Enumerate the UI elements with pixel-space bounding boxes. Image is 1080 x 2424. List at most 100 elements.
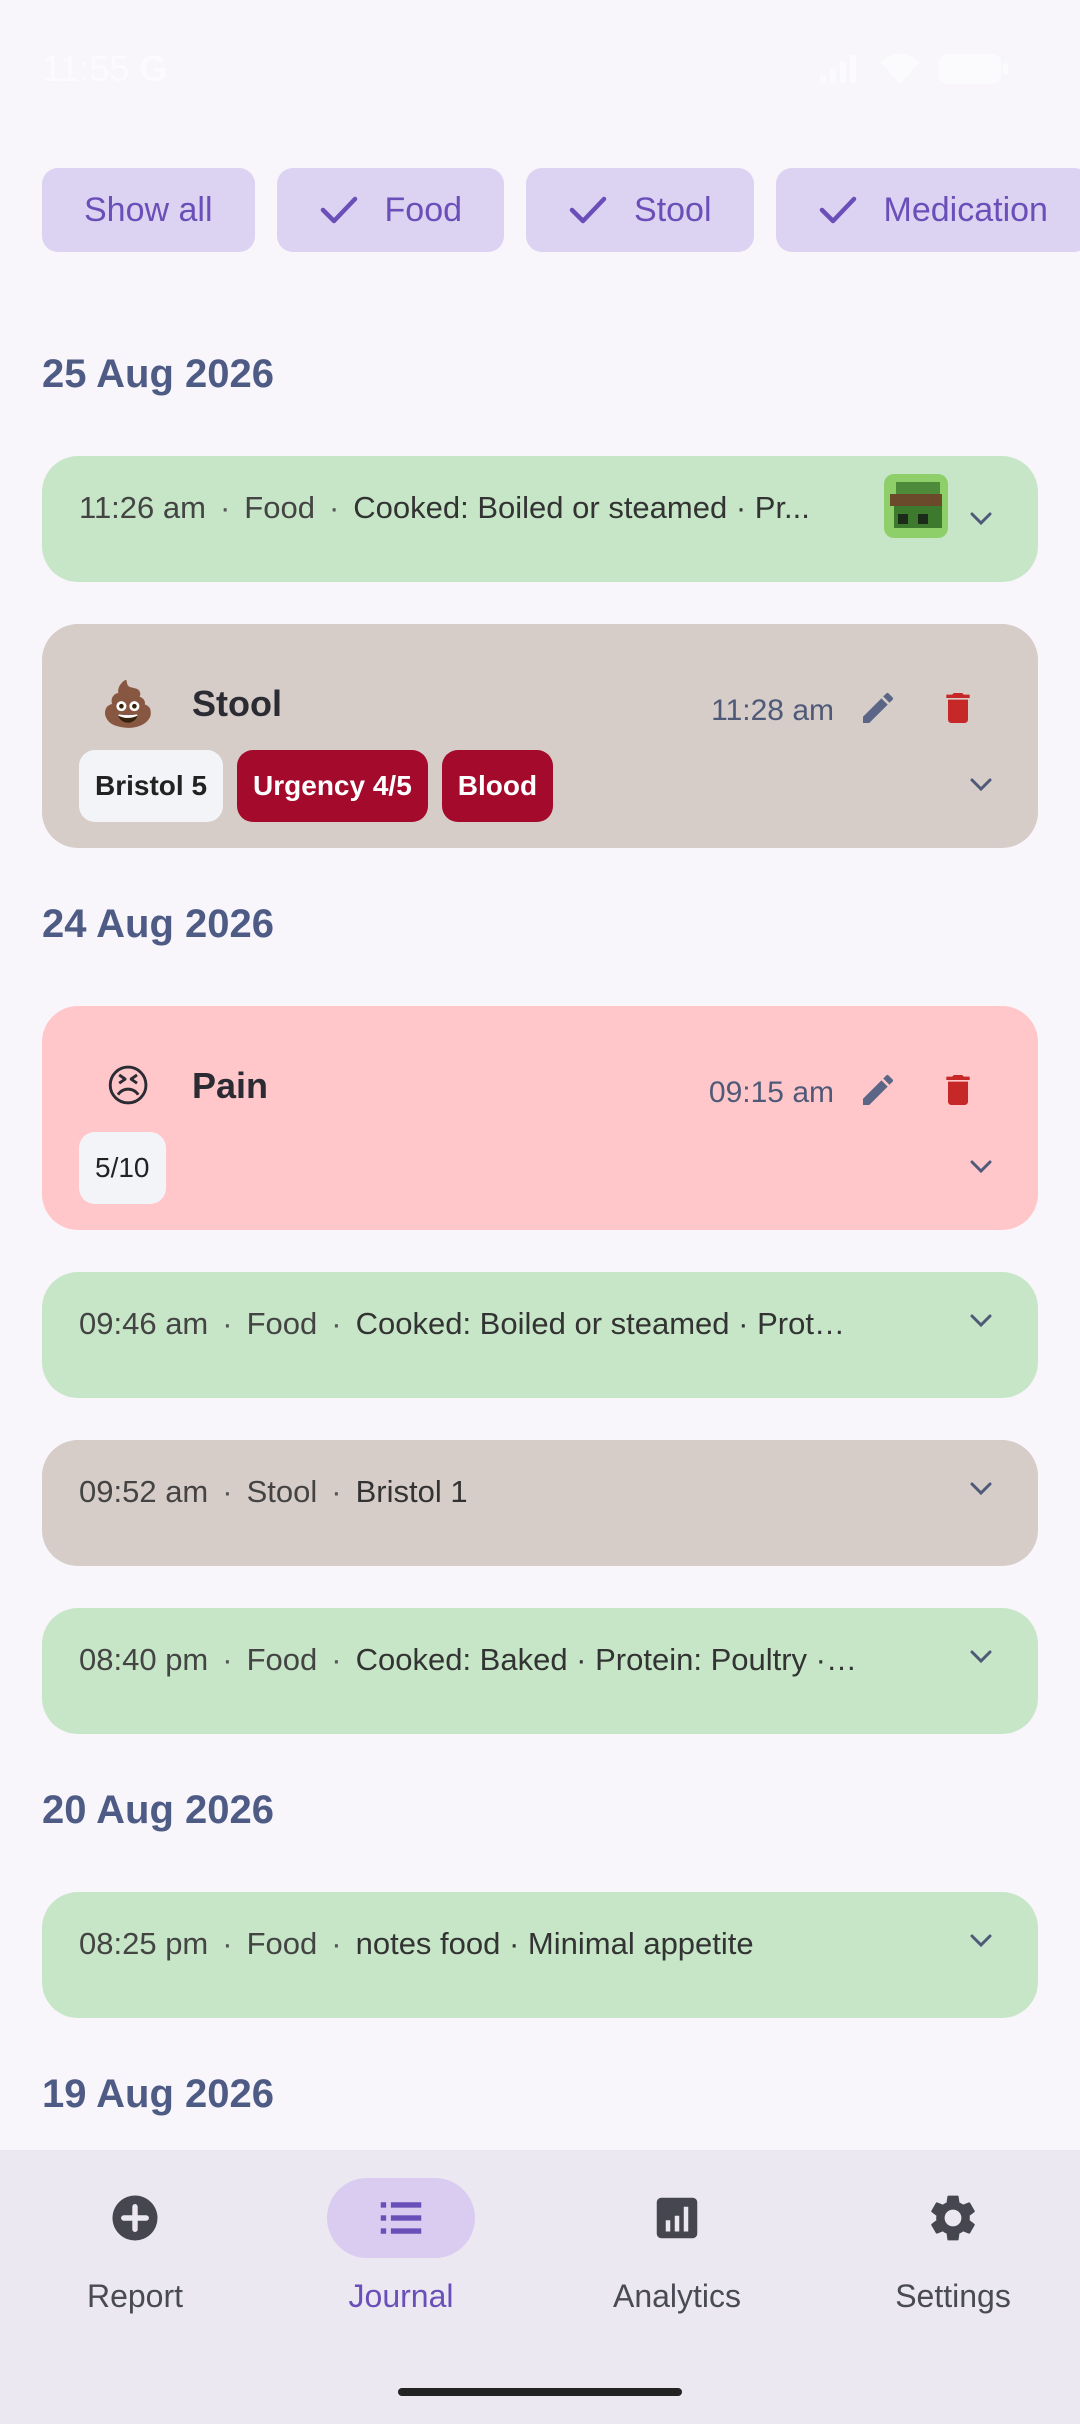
entry-details: notes food · Minimal appetite — [355, 1926, 754, 1961]
filter-chips: Show all Food Stool Medication — [42, 168, 1080, 252]
separator: · — [331, 1642, 342, 1677]
filter-show-all[interactable]: Show all — [42, 168, 255, 252]
nav-report[interactable]: Report — [0, 2178, 270, 2358]
entry-title: Stool — [192, 683, 282, 724]
food-entry-card[interactable]: 11:26 am · Food · Cooked: Boiled or steamed … — [42, 456, 1038, 582]
check-icon — [818, 195, 858, 225]
status-time: 11:55 G — [42, 48, 168, 89]
blood-badge: Blood — [441, 750, 554, 822]
date-header: 19 Aug 2026 — [42, 2072, 274, 2116]
expand-chevron-icon[interactable] — [966, 1642, 996, 1672]
battery-icon — [939, 54, 1008, 84]
expand-chevron-icon[interactable] — [966, 504, 996, 534]
date-header: 20 Aug 2026 — [42, 1788, 274, 1832]
nav-settings[interactable]: Settings — [818, 2178, 1080, 2358]
entry-badges: Bristol 5 Urgency 4/5 Blood — [79, 750, 554, 822]
entry-time: 09:46 am — [79, 1306, 209, 1341]
delete-button[interactable] — [938, 688, 978, 728]
pain-entry-card[interactable]: 😣 Pain 09:15 am 5/10 — [42, 1006, 1038, 1230]
separator: · — [331, 1474, 342, 1509]
entry-category: Food — [246, 1306, 318, 1341]
entry-time: 11:26 am — [79, 490, 206, 525]
filter-stool[interactable]: Stool — [526, 168, 754, 252]
urgency-badge: Urgency 4/5 — [237, 750, 428, 822]
entry-details: Bristol 1 — [355, 1474, 468, 1509]
edit-button[interactable] — [858, 688, 898, 728]
nav-icon-container — [327, 2178, 475, 2258]
list-icon — [380, 2202, 422, 2234]
separator: · — [328, 490, 340, 525]
bristol-badge: Bristol 5 — [79, 750, 224, 822]
food-photo-thumbnail[interactable] — [884, 474, 948, 538]
entry-summary: 09:46 am · Food · Cooked: Boiled or steamed … — [79, 1306, 859, 1342]
food-entry-card[interactable]: 08:25 pm · Food · notes food · Minimal appet… — [42, 1892, 1038, 2018]
entry-details: Cooked: Boiled or steamed · Pr... — [353, 490, 810, 525]
separator: · — [222, 1474, 233, 1509]
entry-category: Food — [246, 1926, 318, 1961]
status-icons — [818, 52, 1010, 86]
entry-summary: 11:26 am · Food · Cooked: Boiled or steamed … — [79, 490, 839, 526]
delete-button[interactable] — [938, 1070, 978, 1110]
edit-button[interactable] — [858, 1070, 898, 1110]
expand-chevron-icon[interactable] — [966, 1152, 996, 1182]
home-indicator[interactable] — [398, 2388, 682, 2396]
filter-label: Show all — [84, 190, 213, 229]
entry-badges: 5/10 — [79, 1132, 166, 1204]
pain-level-badge: 5/10 — [79, 1132, 166, 1204]
entry-details: Cooked: Boiled or steamed · Protein: ... — [355, 1306, 859, 1341]
check-icon — [319, 195, 359, 225]
nav-icon-container — [61, 2178, 209, 2258]
expand-chevron-icon[interactable] — [966, 1306, 996, 1336]
nav-label: Analytics — [612, 2278, 742, 2314]
entry-header: 💩 Stool — [96, 664, 282, 744]
entry-time: 08:25 pm — [79, 1926, 209, 1961]
check-icon — [568, 195, 608, 225]
poop-icon: 💩 — [100, 680, 156, 729]
analytics-icon — [656, 2197, 698, 2239]
expand-chevron-icon[interactable] — [966, 770, 996, 800]
nav-label: Report — [86, 2278, 184, 2314]
food-entry-card[interactable]: 08:40 pm · Food · Cooked: Baked · Protein: P… — [42, 1608, 1038, 1734]
signal-icon — [820, 55, 856, 83]
filter-label: Food — [384, 190, 463, 229]
entry-category: Food — [246, 1642, 318, 1677]
pencil-icon — [863, 1074, 894, 1105]
entry-time: 09:15 am — [708, 1076, 834, 1109]
entry-summary: 09:52 am · Stool · Bristol 1 — [79, 1474, 859, 1510]
entry-details: Cooked: Baked · Protein: Poultry · Co... — [355, 1642, 859, 1677]
gear-icon — [931, 2195, 975, 2241]
status-bar: 11:55 G — [0, 0, 1080, 140]
filter-medication[interactable]: Medication — [775, 168, 1080, 252]
entry-category: Stool — [246, 1474, 318, 1509]
food-entry-card[interactable]: 09:46 am · Food · Cooked: Boiled or steamed … — [42, 1272, 1038, 1398]
entry-summary: 08:40 pm · Food · Cooked: Baked · Protein: P… — [79, 1642, 859, 1678]
date-header: 25 Aug 2026 — [42, 352, 274, 396]
filter-label: Stool — [634, 190, 712, 229]
trash-icon — [946, 693, 970, 723]
separator: · — [222, 1642, 233, 1677]
nav-label: Settings — [895, 2278, 1011, 2314]
stool-entry-card[interactable]: 09:52 am · Stool · Bristol 1 — [42, 1440, 1038, 1566]
date-header: 24 Aug 2026 — [42, 902, 274, 946]
entry-header: 😣 Pain — [96, 1046, 268, 1126]
entry-summary: 08:25 pm · Food · notes food · Minimal appet… — [79, 1926, 859, 1962]
pain-face-icon: 😣 — [105, 1061, 151, 1111]
bottom-navigation: Report Journal Analytics Settings — [0, 2150, 1080, 2424]
separator: · — [331, 1926, 342, 1961]
nav-analytics[interactable]: Analytics — [542, 2178, 812, 2358]
trash-icon — [946, 1075, 970, 1105]
entry-time: 08:40 pm — [79, 1642, 209, 1677]
expand-chevron-icon[interactable] — [966, 1474, 996, 1504]
nav-icon-container — [603, 2178, 751, 2258]
separator: · — [222, 1926, 233, 1961]
entry-title: Pain — [192, 1065, 269, 1106]
entry-time: 09:52 am — [79, 1474, 209, 1509]
wifi-icon — [880, 54, 920, 84]
filter-food[interactable]: Food — [276, 168, 505, 252]
stool-entry-card[interactable]: 💩 Stool 11:28 am Bristol 5 Urgency 4/5 B… — [42, 624, 1038, 848]
add-circle-icon — [112, 2195, 158, 2241]
separator: · — [222, 1306, 233, 1341]
nav-journal[interactable]: Journal — [266, 2178, 536, 2358]
filter-label: Medication — [883, 190, 1048, 229]
expand-chevron-icon[interactable] — [966, 1926, 996, 1956]
